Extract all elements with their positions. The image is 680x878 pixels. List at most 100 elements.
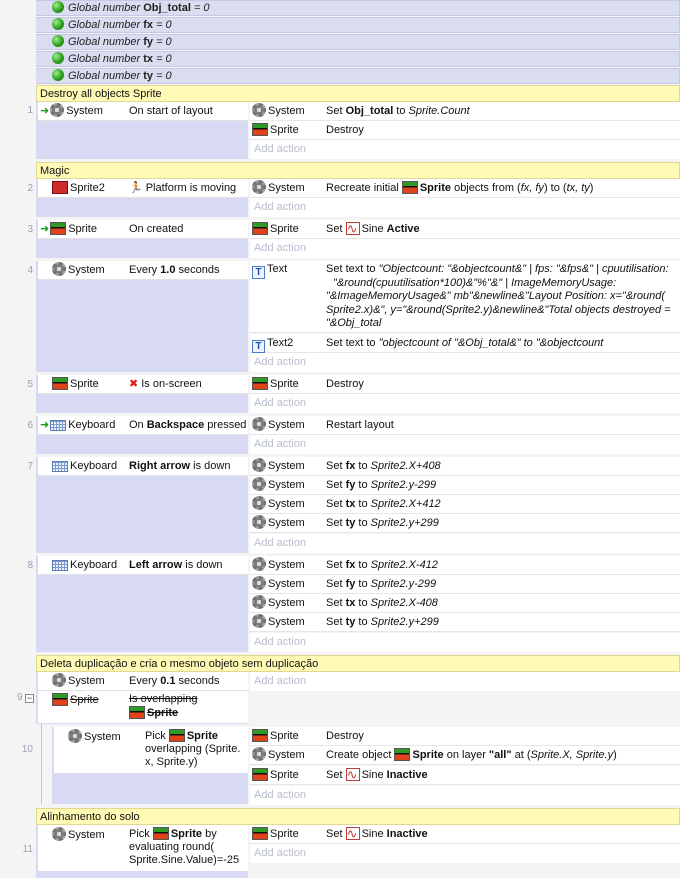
- global-variable-row[interactable]: Global number tx = 0: [36, 51, 680, 67]
- action-text: Set Obj_total to Sprite.Count: [326, 105, 470, 117]
- action-row[interactable]: Sprite Destroy: [250, 121, 680, 140]
- action-row[interactable]: Sprite Set Sine Inactive: [250, 825, 680, 844]
- action-text: Set ty to Sprite2.y+299: [326, 517, 439, 529]
- add-action-link[interactable]: Add action: [250, 239, 680, 258]
- variable-name: fy: [143, 36, 153, 48]
- global-variable-row[interactable]: Global number Obj_total = 0: [36, 0, 680, 16]
- action-object: System: [268, 559, 305, 571]
- action-object: Sprite: [270, 223, 299, 235]
- action-object: Text2: [267, 337, 294, 349]
- condition-text: Left arrow is down: [129, 559, 223, 571]
- add-action-link[interactable]: Add action: [250, 786, 680, 805]
- sprite-icon: [252, 768, 268, 781]
- globe-icon: [52, 69, 64, 81]
- action-row[interactable]: System Set ty to Sprite2.y+299: [250, 514, 680, 533]
- group-header[interactable]: Magic: [36, 162, 680, 179]
- action-row[interactable]: System Set fy to Sprite2.y-299: [250, 476, 680, 495]
- action-text: Set Sine Inactive: [326, 825, 428, 843]
- action-text: Destroy: [326, 730, 364, 742]
- action-object: System: [268, 597, 305, 609]
- action-row[interactable]: T Text2 Set text to "objectcount of "&Obj…: [250, 334, 680, 353]
- variable-type: Global number: [68, 70, 141, 82]
- action-row[interactable]: System Set tx to Sprite2.X-408: [250, 594, 680, 613]
- system-gear-icon: [52, 673, 66, 687]
- globe-icon: [52, 1, 64, 13]
- collapse-toggle[interactable]: −: [25, 694, 34, 703]
- action-text: Set Sine Active: [326, 220, 420, 238]
- globe-icon: [52, 52, 64, 64]
- system-gear-icon: [68, 729, 82, 743]
- add-action-link[interactable]: Add action: [250, 140, 680, 159]
- condition-row[interactable]: System Pick Sprite by evaluating round( …: [38, 825, 248, 871]
- event-number: 8: [27, 560, 33, 571]
- action-object: Text: [267, 263, 288, 275]
- global-variable-row[interactable]: Global number ty = 0: [36, 68, 680, 84]
- condition-row[interactable]: Sprite2 🏃 Platform is moving: [38, 179, 248, 198]
- add-action-link[interactable]: Add action: [250, 672, 680, 691]
- add-action-link[interactable]: Add action: [250, 394, 680, 413]
- action-object: System: [268, 498, 305, 510]
- action-row[interactable]: Sprite Set Sine Active: [250, 220, 680, 239]
- condition-row[interactable]: System Pick Sprite overlapping (Sprite. …: [54, 727, 248, 773]
- system-gear-icon: [52, 827, 66, 841]
- sprite-icon: [152, 827, 169, 840]
- action-text: Set tx to Sprite2.X-408: [326, 597, 438, 609]
- global-variable-row[interactable]: Global number fx = 0: [36, 17, 680, 33]
- condition-row[interactable]: ➜ System On start of layout: [38, 102, 248, 121]
- variable-type: Global number: [68, 53, 141, 65]
- global-variable-row[interactable]: Global number fy = 0: [36, 34, 680, 50]
- condition-row[interactable]: System Every 0.1 seconds: [38, 672, 248, 691]
- event-number: 11: [22, 844, 33, 855]
- action-object: System: [268, 578, 305, 590]
- action-row[interactable]: System Set tx to Sprite2.X+412: [250, 495, 680, 514]
- group-header[interactable]: Destroy all objects Sprite: [36, 85, 680, 102]
- action-row[interactable]: Sprite Destroy: [250, 727, 680, 746]
- group-header[interactable]: Deleta duplicação e cria o mesmo objeto …: [36, 655, 680, 672]
- variable-value: = 0: [156, 53, 172, 65]
- action-row[interactable]: Sprite Destroy: [250, 375, 680, 394]
- condition-object: Sprite: [70, 378, 99, 390]
- action-row[interactable]: Sprite Set Sine Inactive: [250, 766, 680, 785]
- action-row[interactable]: System Set fx to Sprite2.X+408: [250, 457, 680, 476]
- add-action-link[interactable]: Add action: [250, 435, 680, 454]
- condition-row[interactable]: Sprite ✖ Is on-screen: [38, 375, 248, 394]
- action-text: Destroy: [326, 124, 364, 136]
- add-action-link[interactable]: Add action: [250, 198, 680, 217]
- condition-row[interactable]: ➜ Sprite On created: [38, 220, 248, 239]
- condition-row[interactable]: System Every 1.0 seconds: [38, 261, 248, 280]
- action-row[interactable]: System Set ty to Sprite2.y+299: [250, 613, 680, 632]
- sprite-icon: [252, 729, 268, 742]
- event-number: 4: [27, 265, 33, 276]
- event-number-9: 9: [17, 692, 23, 703]
- condition-text: Pick Sprite by evaluating round( Sprite.…: [129, 827, 240, 866]
- action-row[interactable]: System Restart layout: [250, 416, 680, 435]
- action-text: Set fx to Sprite2.X+408: [326, 460, 441, 472]
- condition-text: Platform is moving: [145, 182, 237, 194]
- condition-text: On created: [129, 223, 184, 235]
- condition-row-disabled[interactable]: Sprite Is overlapping Sprite: [38, 691, 248, 723]
- action-row[interactable]: System Set Obj_total to Sprite.Count: [250, 102, 680, 121]
- action-object: System: [268, 419, 305, 431]
- keyboard-icon: [50, 420, 67, 431]
- action-row[interactable]: System Set fx to Sprite2.X-412: [250, 556, 680, 575]
- add-action-link[interactable]: Add action: [250, 353, 680, 372]
- action-row[interactable]: System Create object Sprite on layer "al…: [250, 746, 680, 765]
- add-action-link[interactable]: Add action: [250, 633, 680, 652]
- variable-value: = 0: [156, 19, 172, 31]
- sprite-icon: [252, 377, 268, 390]
- condition-text: Right arrow is down: [129, 460, 231, 472]
- trigger-arrow-icon: ➜: [40, 223, 50, 235]
- action-row[interactable]: System Set fy to Sprite2.y-299: [250, 575, 680, 594]
- group-header[interactable]: Alinhamento do solo: [36, 808, 680, 825]
- action-row[interactable]: System Recreate initial Sprite objects f…: [250, 179, 680, 198]
- condition-row[interactable]: ➜ Keyboard On Backspace pressed: [38, 416, 248, 435]
- condition-text: Is overlapping Sprite: [129, 693, 198, 719]
- action-text: Restart layout: [326, 419, 394, 431]
- add-action-link[interactable]: Add action: [250, 534, 680, 553]
- condition-row[interactable]: Keyboard Left arrow is down: [38, 556, 248, 575]
- system-gear-icon: [50, 103, 65, 117]
- condition-row[interactable]: Keyboard Right arrow is down: [38, 457, 248, 476]
- add-action-link[interactable]: Add action: [250, 844, 680, 863]
- action-row[interactable]: T Text Set text to "Objectcount: "&object…: [250, 261, 680, 333]
- system-gear-icon: [252, 576, 266, 590]
